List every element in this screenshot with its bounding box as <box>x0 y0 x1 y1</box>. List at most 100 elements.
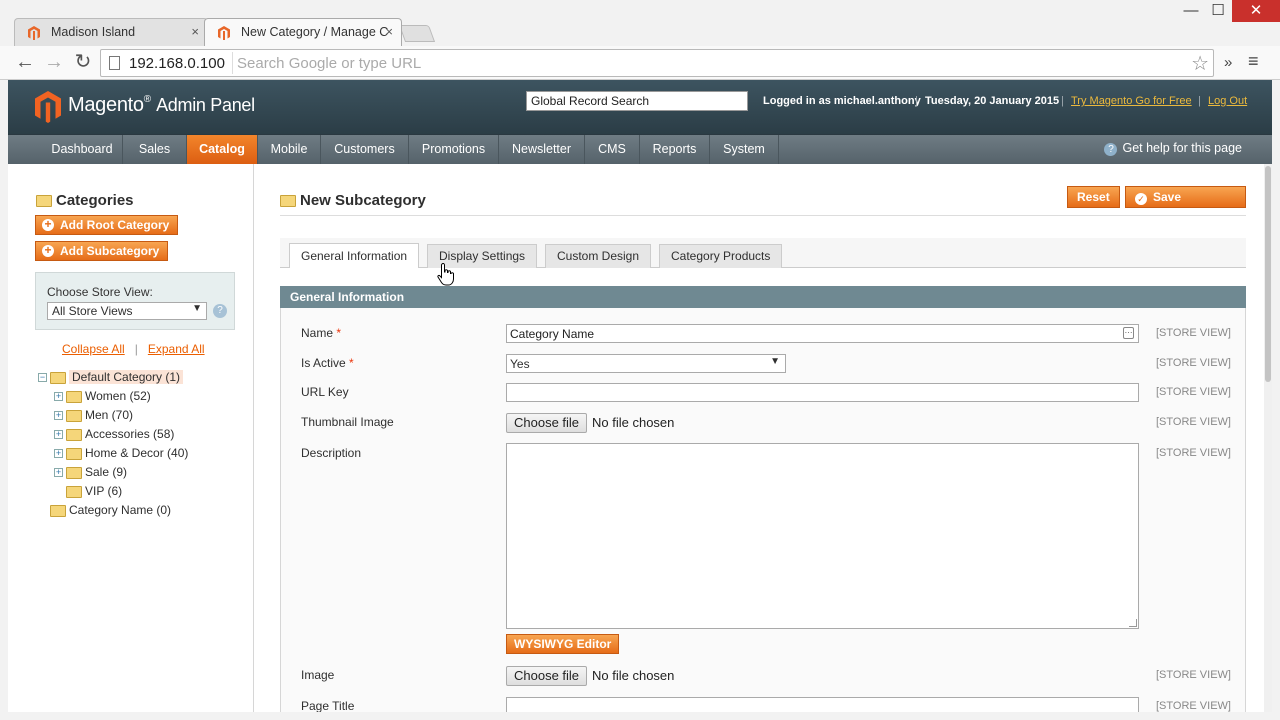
input-value: Category Name <box>510 327 595 341</box>
tab-close-icon[interactable]: × <box>385 24 393 39</box>
nav-mobile[interactable]: Mobile <box>258 135 321 164</box>
browser-toolbar: ← → ↻ 192.168.0.100 Search Google or typ… <box>0 46 1280 80</box>
bookmark-star-icon[interactable]: ☆ <box>1191 51 1209 76</box>
label-text: Is Active <box>301 356 346 370</box>
header-separator: | <box>1061 95 1064 107</box>
name-label: Name * <box>301 326 341 340</box>
expand-all-link[interactable]: Expand All <box>148 342 205 356</box>
page-title-label: Page Title <box>301 699 355 713</box>
reload-icon[interactable]: ↻ <box>70 50 96 76</box>
tree-node-vip[interactable]: VIP (6) <box>66 482 122 500</box>
nav-promotions[interactable]: Promotions <box>409 135 499 164</box>
plus-icon: + <box>42 218 54 231</box>
tree-node-sale[interactable]: + Sale (9) <box>54 463 127 481</box>
tab-new-category[interactable]: New Category / Manage C × <box>204 18 402 46</box>
add-root-category-button[interactable]: + Add Root Category <box>35 215 179 235</box>
new-tab-button[interactable] <box>398 25 436 42</box>
button-label: Add Subcategory <box>60 244 160 258</box>
description-textarea[interactable] <box>506 443 1139 629</box>
tree-node-label: Women (52) <box>85 389 151 403</box>
help-link[interactable]: ? Get help for this page <box>1104 141 1242 156</box>
nav-reports[interactable]: Reports <box>640 135 710 164</box>
logo-subtitle: Admin Panel <box>156 95 255 115</box>
expand-toggle-icon[interactable]: + <box>54 468 63 478</box>
expand-toggle-icon[interactable]: + <box>54 392 63 402</box>
is-active-select[interactable]: Yes ▼ <box>506 354 786 373</box>
forward-icon[interactable]: → <box>41 50 67 76</box>
extensions-overflow-icon[interactable]: » <box>1224 54 1232 71</box>
folder-icon <box>36 195 52 208</box>
tree-node-default-category[interactable]: − Default Category (1) <box>38 368 184 386</box>
header-date: Tuesday, 20 January 2015 <box>925 95 1060 107</box>
scrollbar-thumb[interactable] <box>1265 166 1271 382</box>
chrome-menu-icon[interactable]: ≡ <box>1248 51 1259 72</box>
folder-icon <box>66 466 82 479</box>
address-bar[interactable]: 192.168.0.100 Search Google or type URL … <box>100 49 1214 77</box>
tree-node-home-decor[interactable]: + Home & Decor (40) <box>54 444 188 462</box>
tab-general-information[interactable]: General Information <box>289 243 420 268</box>
minimize-icon[interactable]: — <box>1178 0 1204 22</box>
image-label: Image <box>301 668 335 682</box>
store-view-label: Choose Store View: <box>47 285 153 299</box>
tab-category-products[interactable]: Category Products <box>659 244 783 268</box>
scope-label: [STORE VIEW] <box>1156 357 1231 369</box>
expand-toggle-icon[interactable]: + <box>54 430 63 440</box>
is-active-label: Is Active * <box>301 356 354 370</box>
logout-link[interactable]: Log Out <box>1208 95 1247 107</box>
nav-system[interactable]: System <box>710 135 779 164</box>
window-frame-left <box>0 80 8 720</box>
select-value: Yes <box>510 357 530 371</box>
tree-node-label: Sale (9) <box>85 465 128 479</box>
collapse-toggle-icon[interactable]: − <box>38 373 47 383</box>
plus-icon: + <box>42 244 54 257</box>
magento-favicon-icon <box>28 26 40 40</box>
omnibox-separator <box>232 52 233 74</box>
tab-title: Madison Island <box>51 25 136 39</box>
expand-toggle-icon[interactable]: + <box>54 411 63 421</box>
help-text: Get help for this page <box>1122 141 1242 155</box>
wysiwyg-editor-button[interactable]: WYSIWYG Editor <box>506 634 620 654</box>
tree-node-men[interactable]: + Men (70) <box>54 406 133 424</box>
thumbnail-label: Thumbnail Image <box>301 415 394 429</box>
try-magento-link[interactable]: Try Magento Go for Free <box>1071 95 1192 107</box>
scope-label: [STORE VIEW] <box>1156 447 1231 459</box>
tab-close-icon[interactable]: × <box>191 24 199 39</box>
expand-toggle-icon[interactable]: + <box>54 449 63 459</box>
reset-button[interactable]: Reset <box>1067 186 1120 208</box>
store-view-select[interactable]: All Store Views ▼ <box>47 302 207 320</box>
autofill-icon[interactable]: ⋯ <box>1123 327 1134 339</box>
scope-label: [STORE VIEW] <box>1156 386 1231 398</box>
add-subcategory-button[interactable]: + Add Subcategory <box>35 241 169 261</box>
page-scrollbar[interactable] <box>1264 164 1272 712</box>
dropdown-arrow-icon: ▼ <box>770 356 780 367</box>
global-search-input[interactable]: Global Record Search <box>526 91 748 111</box>
nav-sales[interactable]: Sales <box>123 135 187 164</box>
back-icon[interactable]: ← <box>12 50 38 76</box>
nav-newsletter[interactable]: Newsletter <box>499 135 585 164</box>
tree-node-women[interactable]: + Women (52) <box>54 387 151 405</box>
tree-node-accessories[interactable]: + Accessories (58) <box>54 425 174 443</box>
nav-dashboard[interactable]: Dashboard <box>42 135 123 164</box>
tab-custom-design[interactable]: Custom Design <box>545 244 652 268</box>
nav-cms[interactable]: CMS <box>585 135 640 164</box>
tree-node-category-name[interactable]: Category Name (0) <box>50 501 171 519</box>
nav-catalog[interactable]: Catalog <box>187 135 258 164</box>
scope-label: [STORE VIEW] <box>1156 700 1231 712</box>
store-view-help-icon[interactable]: ? <box>213 304 227 318</box>
image-choose-file-button[interactable]: Choose file <box>506 666 588 686</box>
save-category-button[interactable]: ✓ Save Category <box>1125 186 1246 224</box>
name-input[interactable]: Category Name ⋯ <box>506 324 1139 343</box>
title-divider <box>280 215 1246 216</box>
maximize-icon[interactable]: ☐ <box>1205 0 1231 22</box>
help-icon: ? <box>1104 143 1118 156</box>
window-frame-bottom <box>0 712 1280 720</box>
url-key-input[interactable] <box>506 383 1139 402</box>
thumbnail-choose-file-button[interactable]: Choose file <box>506 413 588 433</box>
nav-customers[interactable]: Customers <box>321 135 409 164</box>
collapse-all-link[interactable]: Collapse All <box>62 342 125 356</box>
window-close-icon[interactable]: ✕ <box>1232 0 1280 22</box>
tab-madison-island[interactable]: Madison Island × <box>14 18 208 46</box>
window-frame-right <box>1272 80 1280 720</box>
resize-handle-icon[interactable] <box>1129 619 1137 627</box>
label-text: Name <box>301 326 334 340</box>
